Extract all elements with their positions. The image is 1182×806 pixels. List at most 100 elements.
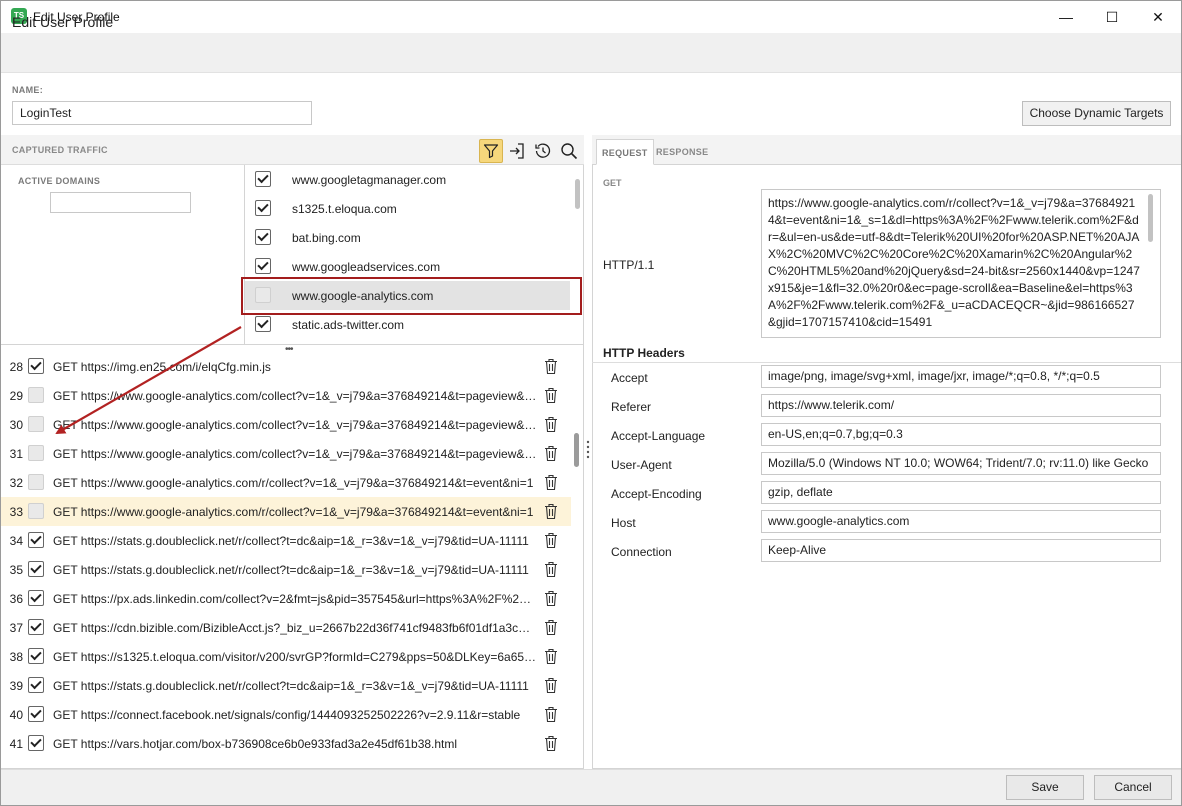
trash-icon[interactable]	[544, 474, 558, 491]
trash-icon[interactable]	[544, 677, 558, 694]
header-value-field[interactable]: www.google-analytics.com	[761, 510, 1161, 533]
request-checkbox[interactable]	[28, 474, 44, 490]
request-checkbox[interactable]	[28, 503, 44, 519]
request-number: 38	[9, 650, 23, 664]
request-url: GET https://stats.g.doubleclick.net/r/co…	[53, 563, 529, 577]
header-value-field[interactable]: Keep-Alive	[761, 539, 1161, 562]
choose-dynamic-targets-button[interactable]: Choose Dynamic Targets	[1022, 101, 1171, 126]
request-number: 39	[9, 679, 23, 693]
trash-icon[interactable]	[544, 503, 558, 520]
domain-row[interactable]: bat.bing.com	[245, 223, 570, 252]
header-value-field[interactable]: gzip, deflate	[761, 481, 1161, 504]
request-row[interactable]: 41 GET https://vars.hotjar.com/box-b7369…	[1, 729, 571, 758]
request-url: GET https://connect.facebook.net/signals…	[53, 708, 521, 722]
domain-list-scrollbar[interactable]	[575, 179, 580, 209]
tab-response[interactable]: RESPONSE	[651, 139, 713, 165]
header-value-field[interactable]: Mozilla/5.0 (Windows NT 10.0; WOW64; Tri…	[761, 452, 1161, 475]
request-row[interactable]: 37 GET https://cdn.bizible.com/BizibleAc…	[1, 613, 571, 642]
request-number: 31	[9, 447, 23, 461]
trash-icon[interactable]	[544, 648, 558, 665]
name-label: NAME:	[12, 85, 43, 95]
request-row[interactable]: 28 GET https://img.en25.com/i/elqCfg.min…	[1, 352, 571, 381]
request-checkbox[interactable]	[28, 590, 44, 606]
request-number: 30	[9, 418, 23, 432]
request-checkbox[interactable]	[28, 387, 44, 403]
request-url: GET https://www.google-analytics.com/col…	[53, 447, 537, 461]
request-checkbox[interactable]	[28, 648, 44, 664]
history-icon[interactable]	[531, 139, 555, 163]
request-row[interactable]: 30 GET https://www.google-analytics.com/…	[1, 410, 571, 439]
save-button[interactable]: Save	[1006, 775, 1084, 800]
active-domains-filter-input[interactable]	[50, 192, 191, 213]
trash-icon[interactable]	[544, 387, 558, 404]
trash-icon[interactable]	[544, 706, 558, 723]
headers-divider	[592, 362, 1181, 363]
sign-in-icon[interactable]	[505, 139, 529, 163]
trash-icon[interactable]	[544, 445, 558, 462]
request-row[interactable]: 35 GET https://stats.g.doubleclick.net/r…	[1, 555, 571, 584]
request-url: GET https://www.google-analytics.com/col…	[53, 389, 537, 403]
domain-checkbox[interactable]	[255, 258, 271, 274]
close-button[interactable]: ✕	[1135, 1, 1181, 33]
request-row[interactable]: 36 GET https://px.ads.linkedin.com/colle…	[1, 584, 571, 613]
request-number: 37	[9, 621, 23, 635]
domain-checkbox[interactable]	[255, 171, 271, 187]
request-number: 34	[9, 534, 23, 548]
url-field-scrollbar[interactable]	[1148, 194, 1153, 242]
cancel-button[interactable]: Cancel	[1094, 775, 1172, 800]
vertical-splitter-grip-icon[interactable]	[585, 439, 591, 459]
request-row-selected[interactable]: 33 GET https://www.google-analytics.com/…	[1, 497, 571, 526]
request-row[interactable]: 29 GET https://www.google-analytics.com/…	[1, 381, 571, 410]
domain-checkbox[interactable]	[255, 229, 271, 245]
trash-icon[interactable]	[544, 590, 558, 607]
request-row[interactable]: 39 GET https://stats.g.doubleclick.net/r…	[1, 671, 571, 700]
request-url: GET https://img.en25.com/i/elqCfg.min.js	[53, 360, 271, 374]
request-checkbox[interactable]	[28, 619, 44, 635]
domain-row[interactable]: s1325.t.eloqua.com	[245, 194, 570, 223]
request-checkbox[interactable]	[28, 706, 44, 722]
maximize-button[interactable]: ☐	[1089, 1, 1135, 33]
request-checkbox[interactable]	[28, 416, 44, 432]
request-number: 28	[9, 360, 23, 374]
header-name: Accept	[611, 371, 648, 385]
trash-icon[interactable]	[544, 358, 558, 375]
domain-checkbox[interactable]	[255, 316, 271, 332]
request-row[interactable]: 34 GET https://stats.g.doubleclick.net/r…	[1, 526, 571, 555]
header-value-field[interactable]: image/png, image/svg+xml, image/jxr, ima…	[761, 365, 1161, 388]
search-icon[interactable]	[557, 139, 581, 163]
trash-icon[interactable]	[544, 416, 558, 433]
domain-row[interactable]: www.googletagmanager.com	[245, 165, 570, 194]
http-method-label: GET	[603, 178, 622, 188]
trash-icon[interactable]	[544, 561, 558, 578]
request-checkbox[interactable]	[28, 358, 44, 374]
trash-icon[interactable]	[544, 532, 558, 549]
maximize-icon: ☐	[1105, 8, 1119, 25]
request-checkbox[interactable]	[28, 532, 44, 548]
request-row[interactable]: 32 GET https://www.google-analytics.com/…	[1, 468, 571, 497]
request-url: GET https://cdn.bizible.com/BizibleAcct.…	[53, 621, 537, 635]
http-version-label: HTTP/1.1	[603, 258, 655, 272]
request-row[interactable]: 40 GET https://connect.facebook.net/sign…	[1, 700, 571, 729]
header-name: Accept-Encoding	[611, 487, 702, 501]
domain-checkbox[interactable]	[255, 200, 271, 216]
tab-request[interactable]: REQUEST	[596, 139, 654, 165]
request-url-field[interactable]: https://www.google-analytics.com/r/colle…	[761, 189, 1161, 338]
request-checkbox[interactable]	[28, 677, 44, 693]
request-list-scrollbar[interactable]	[574, 433, 579, 467]
page-header	[1, 33, 1181, 73]
page-title: Edit User Profile	[12, 14, 114, 30]
request-row[interactable]: 31 GET https://www.google-analytics.com/…	[1, 439, 571, 468]
request-checkbox[interactable]	[28, 445, 44, 461]
trash-icon[interactable]	[544, 619, 558, 636]
request-url: GET https://px.ads.linkedin.com/collect?…	[53, 592, 537, 606]
minimize-button[interactable]: —	[1043, 1, 1089, 33]
filter-icon[interactable]	[479, 139, 503, 163]
header-value-field[interactable]: https://www.telerik.com/	[761, 394, 1161, 417]
trash-icon[interactable]	[544, 735, 558, 752]
request-row[interactable]: 38 GET https://s1325.t.eloqua.com/visito…	[1, 642, 571, 671]
request-checkbox[interactable]	[28, 735, 44, 751]
request-checkbox[interactable]	[28, 561, 44, 577]
name-input[interactable]: LoginTest	[12, 101, 312, 125]
header-value-field[interactable]: en-US,en;q=0.7,bg;q=0.3	[761, 423, 1161, 446]
request-url: GET https://s1325.t.eloqua.com/visitor/v…	[53, 650, 537, 664]
